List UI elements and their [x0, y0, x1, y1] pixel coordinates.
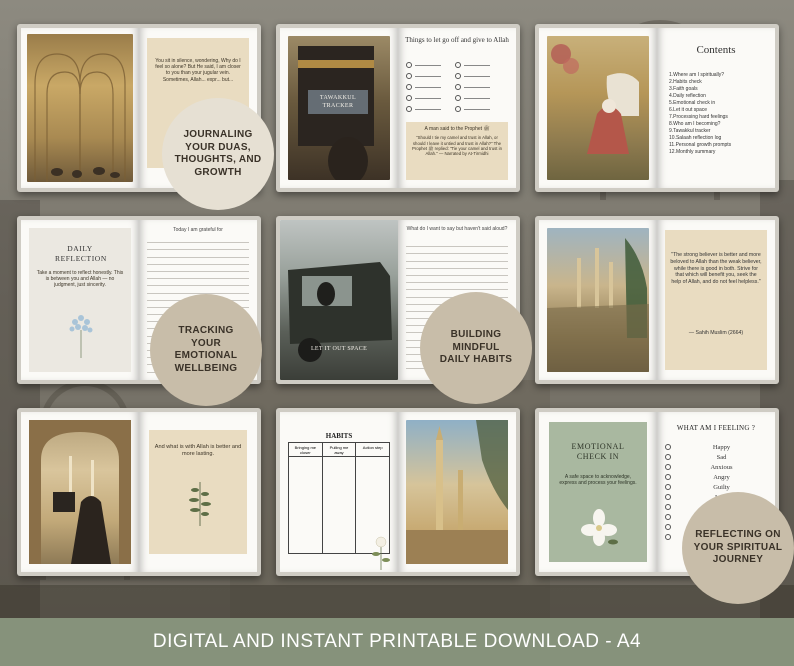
- mosque-page: [21, 28, 139, 188]
- contents-item: 9.Tawakkul tracker: [669, 128, 711, 134]
- hadith-page: "The strong believer is better and more …: [657, 220, 775, 380]
- hadith-box: A man said to the Prophet ﷺ "Should I ti…: [406, 122, 508, 180]
- habits-col-header: Bringing me closer: [289, 443, 322, 457]
- download-banner: DIGITAL AND INSTANT PRINTABLE DOWNLOAD -…: [0, 618, 794, 666]
- hadith-text: "Should I tie my camel and trust in Alla…: [412, 135, 502, 157]
- contents-item: 7.Processing hard feelings: [669, 114, 728, 120]
- let-go-heading: Things to let go off and give to Allah: [405, 36, 509, 44]
- feature-circle-emotional: TRACKING YOUR EMOTIONAL WELLBEING: [150, 294, 262, 406]
- kaaba-page: TAWAKKUL TRACKER: [280, 28, 398, 188]
- feeling-option: Guilty: [713, 483, 730, 491]
- hadith-source: — Sahih Muslim (2664): [688, 330, 744, 336]
- unsaid-prompt: What do I want to say but haven't said a…: [406, 226, 508, 232]
- habits-col-header: Action step: [356, 443, 390, 457]
- journal-spread-8: HABITS Bringing me closer Pulling me awa…: [276, 408, 520, 576]
- let-go-page: Things to let go off and give to Allah A…: [398, 28, 516, 188]
- feeling-option: Happy: [712, 443, 731, 451]
- contents-item: 5.Emotional check in: [669, 100, 716, 106]
- emotional-check-page: EMOTIONAL CHECK IN A safe space to ackno…: [539, 412, 657, 572]
- contents-list: 1.Where am I spiritually? 2.Habits check…: [669, 72, 731, 156]
- feeling-option: Anxious: [710, 463, 733, 471]
- feature-circle-spiritual: REFLECTING ON YOUR SPIRITUAL JOURNEY: [682, 492, 794, 604]
- car-image: [280, 220, 398, 380]
- daily-reflection-body: Take a moment to reflect honestly. This …: [36, 270, 124, 289]
- arch-page: [21, 412, 139, 572]
- hadith-intro: A man said to the Prophet ﷺ: [424, 126, 490, 132]
- let-go-checklist: [406, 62, 510, 112]
- tracker-title: TAWAKKUL TRACKER: [308, 90, 368, 114]
- mosque-interior-image: [27, 34, 133, 182]
- feature-circle-journaling: JOURNALING YOUR DUAS, THOUGHTS, AND GROW…: [162, 98, 274, 210]
- mosque-courtyard-image: [547, 228, 649, 372]
- contents-item: 8.Who am I becoming?: [669, 121, 721, 127]
- flower-icon: [69, 315, 93, 358]
- feelings-title: WHAT AM I FEELING ?: [676, 424, 756, 432]
- contents-title: Contents: [696, 44, 736, 56]
- quran-quote: And what is with Allah is better and mor…: [154, 444, 242, 457]
- contents-item: 4.Daily reflection: [669, 93, 706, 99]
- journal-spread-7: And what is with Allah is better and mor…: [17, 408, 261, 576]
- contents-item: 10.Salaah reflection log: [669, 135, 722, 141]
- banner-text: DIGITAL AND INSTANT PRINTABLE DOWNLOAD -…: [152, 631, 642, 652]
- hadith-card: "The strong believer is better and more …: [665, 230, 767, 370]
- quote-page: And what is with Allah is better and mor…: [139, 412, 257, 572]
- contents-item: 1.Where am I spiritually?: [669, 72, 725, 78]
- contents-item: 11.Personal growth prompts: [669, 142, 732, 148]
- daily-reflection-title: DAILY REFLECTION: [55, 244, 107, 263]
- let-it-out-page: LET IT OUT SPACE: [280, 220, 398, 380]
- habits-col-header: Pulling me away: [322, 443, 356, 457]
- let-it-out-label: LET IT OUT SPACE: [310, 346, 368, 352]
- reflection-card: DAILY REFLECTION Take a moment to reflec…: [29, 228, 131, 372]
- gratitude-prompt: Today I am grateful for: [173, 227, 223, 233]
- woman-arch-image: [29, 420, 131, 564]
- plant-icon: [189, 482, 211, 526]
- quote-card: And what is with Allah is better and mor…: [149, 430, 247, 554]
- journal-spread-6: "The strong believer is better and more …: [535, 216, 779, 384]
- poem-text: You sit in silence, wondering, Why do I …: [155, 58, 241, 83]
- hadith-quote: "The strong believer is better and more …: [670, 252, 762, 286]
- flower-sprig-icon: [372, 536, 390, 570]
- woman-horse-image: [547, 36, 649, 180]
- minaret-page: [398, 412, 516, 572]
- contents-item: 6.Let it out space: [669, 107, 708, 113]
- journal-spread-2: TAWAKKUL TRACKER Things to let go off an…: [276, 24, 520, 192]
- habits-page: HABITS Bringing me closer Pulling me awa…: [280, 412, 398, 572]
- check-in-title: EMOTIONAL CHECK IN: [571, 442, 625, 461]
- contents-page: Contents 1.Where am I spiritually? 2.Hab…: [657, 28, 775, 188]
- contents-item: 12.Monthly summary: [669, 149, 716, 155]
- feature-circle-habits: BUILDING MINDFUL DAILY HABITS: [420, 292, 532, 404]
- check-in-card: EMOTIONAL CHECK IN A safe space to ackno…: [549, 422, 647, 562]
- horse-page: [539, 28, 657, 188]
- feeling-option: Angry: [713, 473, 730, 481]
- contents-item: 2.Habits check: [669, 79, 702, 85]
- check-in-body: A safe space to acknowledge, express and…: [559, 474, 637, 487]
- daily-reflection-page: DAILY REFLECTION Take a moment to reflec…: [21, 220, 139, 380]
- feeling-option: Sad: [716, 453, 727, 461]
- contents-item: 3.Faith goals: [669, 86, 698, 92]
- habits-title: HABITS: [325, 432, 353, 440]
- journal-spread-3: Contents 1.Where am I spiritually? 2.Hab…: [535, 24, 779, 192]
- white-flower-icon: [581, 509, 618, 546]
- city-page: [539, 220, 657, 380]
- minaret-image: [406, 420, 508, 564]
